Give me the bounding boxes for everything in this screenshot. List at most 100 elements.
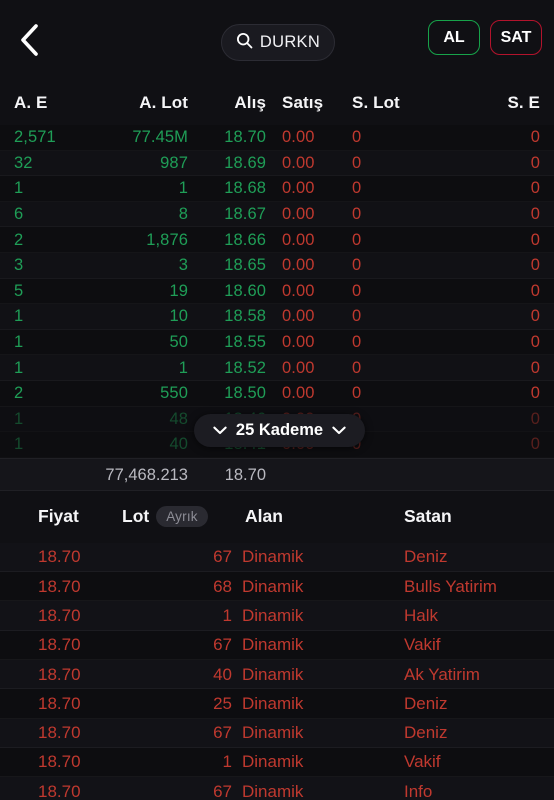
trade-cell-lot: 1 — [222, 605, 232, 625]
depth-col-header-satis: Satış — [282, 92, 324, 112]
search-icon — [236, 32, 253, 54]
depth-cell-alis: 18.55 — [224, 333, 266, 352]
depth-row[interactable]: 1 1 18.68 0.00 0 0 — [0, 176, 554, 202]
trades-col-header-alan: Alan — [245, 506, 283, 527]
trade-cell-fiyat: 18.70 — [38, 605, 81, 625]
trade-row[interactable]: 18.70 67 Dinamik Vakif — [0, 631, 554, 660]
depth-cell-satis: 0.00 — [282, 384, 315, 403]
kademe-selector[interactable]: 25 Kademe — [194, 414, 365, 447]
trade-cell-fiyat: 18.70 — [38, 752, 81, 772]
depth-cell-alis: 18.70 — [224, 128, 266, 147]
depth-cell-alot: 48 — [169, 409, 188, 428]
depth-cell-satis: 0.00 — [282, 256, 315, 275]
depth-cell-alot: 987 — [160, 153, 188, 172]
trade-row[interactable]: 18.70 40 Dinamik Ak Yatirim — [0, 659, 554, 690]
depth-cell-alot: 77.45M — [132, 128, 188, 147]
trade-row[interactable]: 18.70 67 Dinamik Deniz — [0, 718, 554, 748]
trade-cell-alan: Dinamik — [242, 664, 304, 684]
trades-table-header: Fiyat Lot Ayrık Alan Satan — [0, 490, 554, 543]
depth-cell-satis: 0.00 — [282, 128, 315, 147]
depth-cell-slot: 0 — [352, 384, 362, 403]
depth-cell-alis: 18.52 — [224, 358, 266, 377]
depth-cell-slot: 0 — [352, 179, 362, 198]
trade-cell-fiyat: 18.70 — [38, 576, 81, 596]
order-actions: AL SAT — [428, 20, 542, 55]
trade-cell-lot: 67 — [213, 723, 232, 743]
trade-row[interactable]: 18.70 67 Dinamik Info — [0, 777, 554, 800]
buy-button[interactable]: AL — [428, 20, 480, 55]
depth-cell-alis: 18.50 — [224, 384, 266, 403]
depth-cell-slot: 0 — [352, 256, 362, 275]
depth-cell-alot: 8 — [178, 205, 188, 224]
depth-cell-se: 0 — [530, 384, 540, 403]
depth-cell-slot: 0 — [352, 230, 362, 249]
trade-cell-satan: Deniz — [404, 693, 448, 713]
depth-cell-satis: 0.00 — [282, 358, 315, 377]
depth-cell-alis: 18.69 — [224, 153, 266, 172]
depth-cell-alot: 1 — [178, 358, 188, 377]
depth-cell-satis: 0.00 — [282, 333, 315, 352]
ayrik-badge[interactable]: Ayrık — [156, 506, 208, 528]
chevron-down-icon — [213, 422, 227, 440]
trade-cell-satan: Vakif — [404, 635, 441, 655]
kademe-label: 25 Kademe — [235, 421, 324, 439]
depth-row[interactable]: 6 8 18.67 0.00 0 0 — [0, 201, 554, 228]
depth-summary-row: 77,468.213 18.70 — [0, 457, 554, 491]
trade-cell-satan: Bulls Yatirim — [404, 576, 497, 596]
depth-cell-alis: 18.65 — [224, 256, 266, 275]
depth-cell-alot: 40 — [169, 435, 188, 454]
trade-cell-satan: Info — [404, 781, 433, 800]
depth-cell-slot: 0 — [352, 281, 362, 300]
depth-cell-slot: 0 — [352, 153, 362, 172]
trade-cell-lot: 67 — [213, 781, 232, 800]
depth-cell-alot: 1 — [178, 179, 188, 198]
depth-cell-slot: 0 — [352, 307, 362, 326]
depth-row[interactable]: 32 987 18.69 0.00 0 0 — [0, 150, 554, 177]
depth-cell-alot: 1,876 — [146, 230, 188, 249]
trade-cell-lot: 67 — [213, 547, 232, 567]
depth-row[interactable]: 2,571 77.45M 18.70 0.00 0 0 — [0, 125, 554, 151]
depth-row[interactable]: 1 1 18.52 0.00 0 0 — [0, 355, 554, 381]
trade-cell-alan: Dinamik — [242, 576, 304, 596]
trade-cell-fiyat: 18.70 — [38, 723, 81, 743]
depth-row[interactable]: 3 3 18.65 0.00 0 0 — [0, 252, 554, 279]
trade-row[interactable]: 18.70 68 Dinamik Bulls Yatirim — [0, 572, 554, 602]
trade-cell-fiyat: 18.70 — [38, 664, 81, 684]
trade-cell-lot: 67 — [213, 635, 232, 655]
trade-cell-lot: 40 — [213, 664, 232, 684]
depth-col-header-alis: Alış — [234, 92, 266, 112]
trade-cell-alan: Dinamik — [242, 723, 304, 743]
depth-cell-se: 0 — [530, 409, 540, 428]
depth-row[interactable]: 1 50 18.55 0.00 0 0 — [0, 330, 554, 356]
depth-row[interactable]: 2 1,876 18.66 0.00 0 0 — [0, 227, 554, 253]
depth-row[interactable]: 2 550 18.50 0.00 0 0 — [0, 381, 554, 407]
trade-cell-lot: 68 — [213, 576, 232, 596]
depth-cell-alis: 18.67 — [224, 205, 266, 224]
depth-cell-satis: 0.00 — [282, 230, 315, 249]
depth-row[interactable]: 1 10 18.58 0.00 0 0 — [0, 304, 554, 330]
depth-cell-alis: 18.68 — [224, 179, 266, 198]
trade-row[interactable]: 18.70 67 Dinamik Deniz — [0, 542, 554, 573]
trade-cell-alan: Dinamik — [242, 693, 304, 713]
trade-row[interactable]: 18.70 25 Dinamik Deniz — [0, 689, 554, 719]
sell-button[interactable]: SAT — [490, 20, 542, 55]
depth-cell-alot: 10 — [169, 307, 188, 326]
depth-row[interactable]: 5 19 18.60 0.00 0 0 — [0, 279, 554, 305]
trade-cell-satan: Halk — [404, 605, 439, 625]
trade-row[interactable]: 18.70 1 Dinamik Halk — [0, 601, 554, 631]
trades-col-header-satan: Satan — [404, 506, 452, 527]
depth-screen: DURKN AL SAT A. E A. Lot Alış Satış S. L… — [0, 0, 554, 800]
depth-cell-se: 0 — [530, 358, 540, 377]
trade-cell-fiyat: 18.70 — [38, 635, 81, 655]
depth-table-header: A. E A. Lot Alış Satış S. Lot S. E — [0, 80, 554, 125]
search-input[interactable]: DURKN — [221, 24, 335, 61]
trades-col-header-fiyat: Fiyat — [38, 506, 79, 527]
trade-cell-lot: 1 — [222, 752, 232, 772]
trade-row[interactable]: 18.70 1 Dinamik Vakif — [0, 748, 554, 778]
trades-col-header-lot[interactable]: Lot Ayrık — [122, 491, 208, 543]
trade-cell-lot: 25 — [213, 693, 232, 713]
trade-cell-satan: Ak Yatirim — [404, 664, 480, 684]
back-button[interactable] — [6, 17, 52, 63]
depth-col-header-alot: A. Lot — [139, 92, 188, 112]
depth-cell-satis: 0.00 — [282, 281, 315, 300]
